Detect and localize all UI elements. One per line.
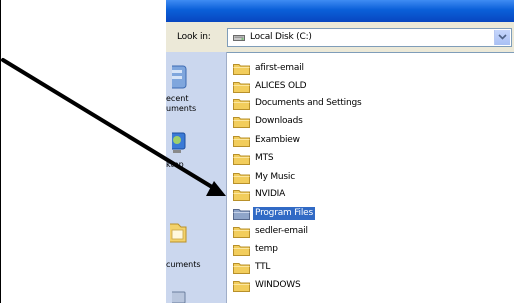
folder-icon — [233, 172, 250, 184]
file-list-item-name: temp — [255, 243, 278, 254]
file-list-item-name: Exambiew — [255, 134, 300, 145]
frame-left-border — [0, 0, 1, 303]
file-list-item-name: MTS — [255, 152, 274, 163]
folder-icon — [233, 81, 250, 93]
file-list-item-name: afirst-email — [255, 62, 304, 73]
file-list-item-name: NVIDIA — [255, 188, 286, 199]
recent-documents-icon — [172, 65, 187, 89]
folder-icon — [233, 116, 250, 128]
file-list-item[interactable]: ALICES OLD — [233, 78, 308, 94]
file-list-item-name: TTL — [255, 261, 271, 272]
folder-icon — [233, 63, 250, 75]
folder-icon — [233, 98, 250, 110]
file-list-item-name: My Music — [255, 171, 295, 182]
file-list-item-name: Downloads — [255, 115, 303, 126]
chevron-down-icon — [498, 34, 507, 40]
folder-icon — [233, 153, 250, 165]
file-list-item[interactable]: Program Files — [233, 205, 315, 221]
look-in-label: Look in: — [177, 32, 211, 42]
dialog-titlebar — [166, 0, 514, 22]
file-list-item[interactable]: My Music — [233, 169, 297, 185]
folder-icon — [233, 262, 250, 274]
file-list-item[interactable]: temp — [233, 241, 280, 257]
folder-icon — [233, 280, 250, 292]
file-list-item-name: WINDOWS — [255, 279, 301, 290]
places-item-desktop-label: ktop — [166, 160, 184, 169]
file-list-item[interactable]: Exambiew — [233, 132, 302, 148]
file-list-item-name: sedler-email — [255, 225, 308, 236]
file-list-item[interactable]: WINDOWS — [233, 277, 303, 293]
folder-icon — [233, 208, 250, 220]
hard-drive-icon — [233, 35, 245, 41]
folder-icon — [233, 135, 250, 147]
my-computer-icon — [172, 291, 186, 303]
file-list: afirst-email ALICES OLD Documents and Sett… — [227, 52, 514, 303]
folder-icon — [233, 226, 250, 238]
look-in-dropdown[interactable]: Local Disk (C:) — [227, 28, 512, 47]
desktop-icon — [172, 132, 186, 153]
file-list-item[interactable]: TTL — [233, 259, 272, 275]
file-list-item[interactable]: afirst-email — [233, 60, 306, 76]
open-file-dialog: Look in: Local Disk (C:) ecent uments kt… — [166, 0, 514, 303]
places-item-recent-label: ecent uments — [166, 94, 197, 113]
file-list-item-name: ALICES OLD — [255, 80, 307, 91]
look-in-value: Local Disk (C:) — [250, 32, 312, 42]
file-list-item[interactable]: Documents and Settings — [233, 95, 363, 111]
file-list-item[interactable]: MTS — [233, 150, 275, 166]
file-list-item[interactable]: sedler-email — [233, 223, 310, 239]
file-list-item-name: Documents and Settings — [255, 97, 362, 108]
my-documents-icon — [170, 223, 187, 243]
file-list-item-name: Program Files — [253, 206, 315, 220]
folder-icon — [233, 244, 250, 256]
file-list-item[interactable]: Downloads — [233, 113, 305, 129]
look-in-dropdown-button[interactable] — [494, 30, 510, 45]
file-list-item[interactable]: NVIDIA — [233, 186, 287, 202]
places-item-documents-label: cuments — [166, 260, 201, 269]
folder-icon — [233, 189, 250, 201]
places-bar: ecent uments ktop cuments — [166, 52, 227, 303]
